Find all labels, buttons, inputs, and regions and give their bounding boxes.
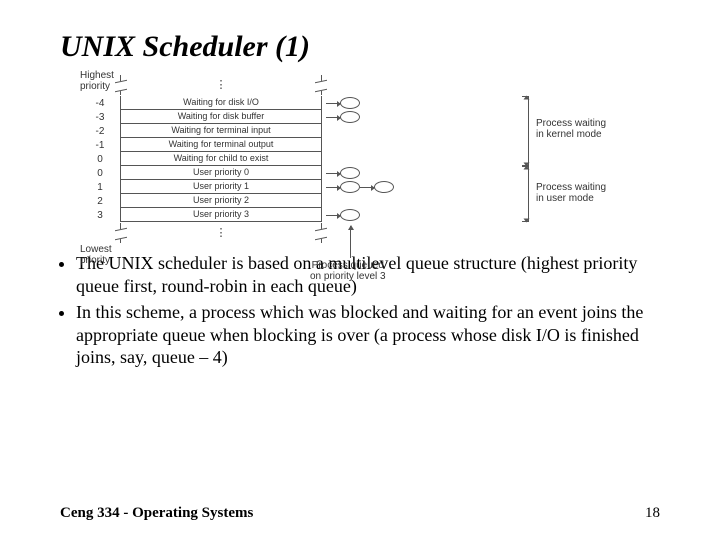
bracket-kernel-mode [522,96,529,166]
queue-label: Waiting for disk I/O [120,96,322,110]
chain-link-icon [326,215,340,216]
bullet-item: In this scheme, a process which was bloc… [76,301,670,369]
priority-number: -1 [80,140,120,151]
process-node-icon [340,209,360,221]
process-node-icon [374,181,394,193]
queue-row: 0User priority 0 [80,166,640,180]
user-mode-label: Process waiting in user mode [536,182,606,204]
queue-label: Waiting for child to exist [120,152,322,166]
chain-link-icon [326,187,340,188]
process-chain [326,111,360,123]
queue-label: User priority 0 [120,166,322,180]
chain-link-icon [326,117,340,118]
queue-label: Waiting for terminal input [120,124,322,138]
chain-link-icon [360,187,374,188]
priority-number: 0 [80,168,120,179]
priority-number: 0 [80,154,120,165]
queue-label: Waiting for terminal output [120,138,322,152]
lowest-priority-label: Lowest priority [80,244,112,266]
process-node-icon [340,181,360,193]
queue-label: User priority 3 [120,208,322,222]
process-node-icon [340,97,360,109]
priority-number: -4 [80,98,120,109]
queue-label: User priority 2 [120,194,322,208]
highest-priority-label: Highest priority [80,70,114,92]
queue-row: 0Waiting for child to exist [80,152,640,166]
queue-label: User priority 1 [120,180,322,194]
queue-gap-bottom: ⋮ [120,223,322,243]
queue-row: -4Waiting for disk I/O [80,96,640,110]
bracket-user-mode [522,166,529,222]
process-chain [326,209,360,221]
chain-link-icon [326,103,340,104]
queue-gap-top: ⋮ [120,75,322,95]
priority-number: 3 [80,210,120,221]
queue-row: 3User priority 3 [80,208,640,222]
chain-link-icon [326,173,340,174]
process-node-icon [340,167,360,179]
scheduler-diagram: Highest priority ⋮ -4Waiting for disk I/… [80,74,640,244]
priority-number: -3 [80,112,120,123]
process-chain [326,97,360,109]
process-chain [326,167,360,179]
footer-course: Ceng 334 - Operating Systems [60,505,253,522]
queue-label: Waiting for disk buffer [120,110,322,124]
process-queued-label: Process queued on priority level 3 [310,260,386,282]
priority-number: 2 [80,196,120,207]
priority-number: 1 [80,182,120,193]
arrow-process-queued [350,226,351,258]
process-node-icon [340,111,360,123]
queue-row: -1Waiting for terminal output [80,138,640,152]
priority-number: -2 [80,126,120,137]
footer-page-number: 18 [645,505,660,522]
kernel-mode-label: Process waiting in kernel mode [536,118,606,140]
process-chain [326,181,394,193]
slide-title: UNIX Scheduler (1) [60,30,670,64]
